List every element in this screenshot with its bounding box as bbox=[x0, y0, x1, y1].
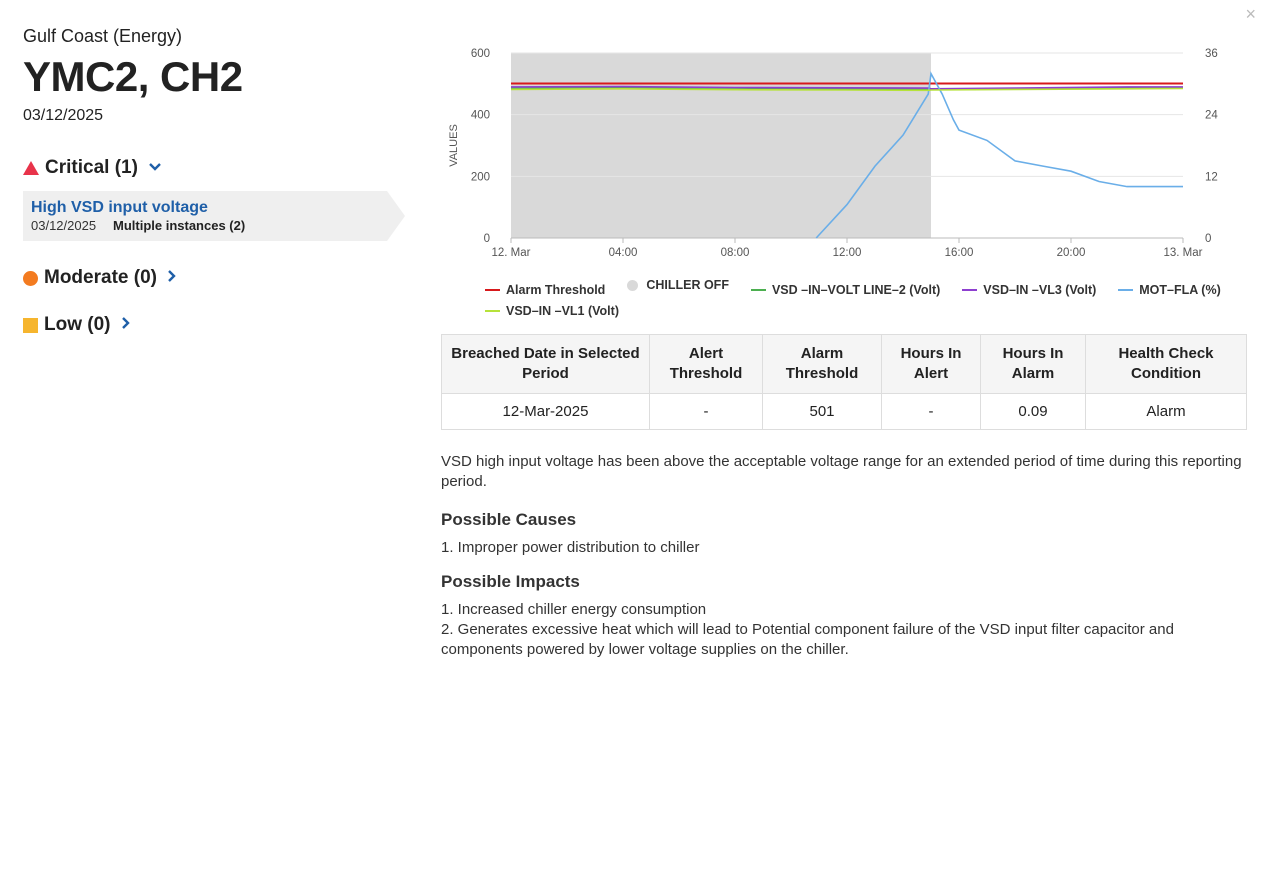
legend-label: MOT–FLA (%) bbox=[1139, 282, 1221, 297]
col-breached-date: Breached Date in Selected Period bbox=[441, 334, 650, 394]
chevron-right-icon[interactable] bbox=[167, 269, 177, 288]
legend-item[interactable]: VSD–IN –VL3 (Volt) bbox=[962, 283, 1096, 297]
report-date: 03/12/2025 bbox=[23, 107, 104, 124]
legend-item[interactable]: MOT–FLA (%) bbox=[1118, 282, 1221, 297]
col-alert-threshold: Alert Threshold bbox=[649, 334, 763, 394]
x-tick-label: 16:00 bbox=[945, 247, 974, 259]
cell-alert-threshold: - bbox=[649, 393, 763, 430]
moderate-toggle[interactable]: Moderate (0) bbox=[23, 267, 408, 289]
impact-item: 1. Increased chiller energy consumption bbox=[441, 601, 707, 618]
impact-item: 2. Generates excessive heat which will l… bbox=[441, 621, 1174, 658]
alert-description: VSD high input voltage has been above th… bbox=[441, 452, 1247, 660]
cell-condition: Alarm bbox=[1085, 393, 1247, 430]
table-row: 12-Mar-2025 - 501 - 0.09 Alarm bbox=[441, 393, 1247, 430]
y-tick-label-right: 24 bbox=[1205, 110, 1218, 122]
asset-panel: Gulf Coast (Energy) YMC2, CH2 03/12/2025… bbox=[23, 26, 408, 336]
legend-label: Alarm Threshold bbox=[506, 282, 606, 297]
y-tick-label-left: 400 bbox=[471, 110, 490, 122]
site-name: Gulf Coast (Energy) bbox=[23, 26, 183, 46]
x-tick-label: 12. Mar bbox=[492, 247, 531, 259]
cell-hours-alert: - bbox=[881, 393, 981, 430]
close-icon[interactable]: × bbox=[1245, 4, 1256, 25]
legend-swatch bbox=[627, 279, 639, 291]
alert-card[interactable]: High VSD input voltage 03/12/2025 Multip… bbox=[23, 191, 405, 241]
description-text: VSD high input voltage has been above th… bbox=[441, 453, 1242, 490]
low-label: Low (0) bbox=[44, 314, 111, 335]
impacts-heading: Possible Impacts bbox=[441, 572, 580, 591]
legend-swatch bbox=[1118, 288, 1134, 291]
col-health-check: Health Check Condition bbox=[1085, 334, 1247, 394]
x-tick-label: 13. Mar bbox=[1164, 247, 1203, 259]
legend-swatch bbox=[750, 288, 766, 291]
x-tick-label: 04:00 bbox=[609, 247, 638, 259]
causes-heading: Possible Causes bbox=[441, 510, 577, 529]
low-toggle[interactable]: Low (0) bbox=[23, 314, 408, 336]
y-tick-label-right: 0 bbox=[1205, 233, 1211, 245]
table-header-row: Breached Date in Selected Period Alert T… bbox=[441, 334, 1247, 394]
legend-item[interactable]: VSD–IN –VL1 (Volt) bbox=[485, 304, 619, 318]
chevron-down-icon[interactable] bbox=[148, 159, 162, 177]
x-tick-label: 12:00 bbox=[833, 247, 862, 259]
alert-instances: Multiple instances (2) bbox=[113, 218, 246, 233]
legend-item[interactable]: Alarm Threshold bbox=[485, 283, 605, 297]
legend-item[interactable]: CHILLER OFF bbox=[627, 278, 729, 292]
chart-legend: Alarm Threshold CHILLER OFF VSD –IN–VOLT L… bbox=[485, 278, 1245, 322]
col-hours-alarm: Hours In Alarm bbox=[980, 334, 1086, 394]
y-axis-title-left: VALUES bbox=[448, 124, 460, 167]
x-tick-label: 08:00 bbox=[721, 247, 750, 259]
y-tick-label-right: 36 bbox=[1205, 48, 1218, 60]
legend-swatch bbox=[962, 288, 978, 291]
y-tick-label-left: 200 bbox=[471, 171, 490, 183]
legend-label: VSD–IN –VL3 (Volt) bbox=[983, 282, 1097, 297]
legend-label: VSD –IN–VOLT LINE–2 (Volt) bbox=[771, 282, 941, 297]
legend-item[interactable]: VSD –IN–VOLT LINE–2 (Volt) bbox=[750, 282, 941, 297]
moderate-dot-icon bbox=[23, 270, 38, 286]
alert-title[interactable]: High VSD input voltage bbox=[31, 199, 208, 217]
legend-label: VSD–IN –VL1 (Volt) bbox=[506, 303, 619, 318]
cell-alarm-threshold: 501 bbox=[762, 393, 882, 430]
y-tick-label-left: 0 bbox=[484, 233, 490, 245]
low-square-icon bbox=[23, 317, 38, 333]
asset-title: YMC2, CH2 bbox=[23, 53, 243, 100]
x-tick-label: 20:00 bbox=[1057, 247, 1086, 259]
critical-label: Critical (1) bbox=[45, 157, 138, 178]
cell-hours-alarm: 0.09 bbox=[980, 393, 1086, 430]
col-alarm-threshold: Alarm Threshold bbox=[762, 334, 882, 394]
y-tick-label-left: 600 bbox=[471, 48, 490, 60]
chevron-right-icon[interactable] bbox=[121, 316, 131, 335]
legend-label: CHILLER OFF bbox=[646, 278, 729, 292]
y-tick-label-right: 12 bbox=[1205, 171, 1218, 183]
breach-table: Breached Date in Selected Period Alert T… bbox=[441, 334, 1247, 430]
critical-triangle-icon bbox=[23, 161, 39, 175]
chiller-off-band bbox=[511, 53, 931, 238]
cause-item: 1. Improper power distribution to chille… bbox=[441, 539, 700, 556]
legend-swatch bbox=[485, 309, 500, 312]
cell-date: 12-Mar-2025 bbox=[441, 393, 650, 430]
critical-toggle[interactable]: Critical (1) bbox=[23, 157, 408, 179]
legend-swatch bbox=[485, 288, 500, 291]
moderate-label: Moderate (0) bbox=[44, 267, 157, 288]
col-hours-alert: Hours In Alert bbox=[881, 334, 981, 394]
alert-date: 03/12/2025 bbox=[31, 218, 97, 233]
